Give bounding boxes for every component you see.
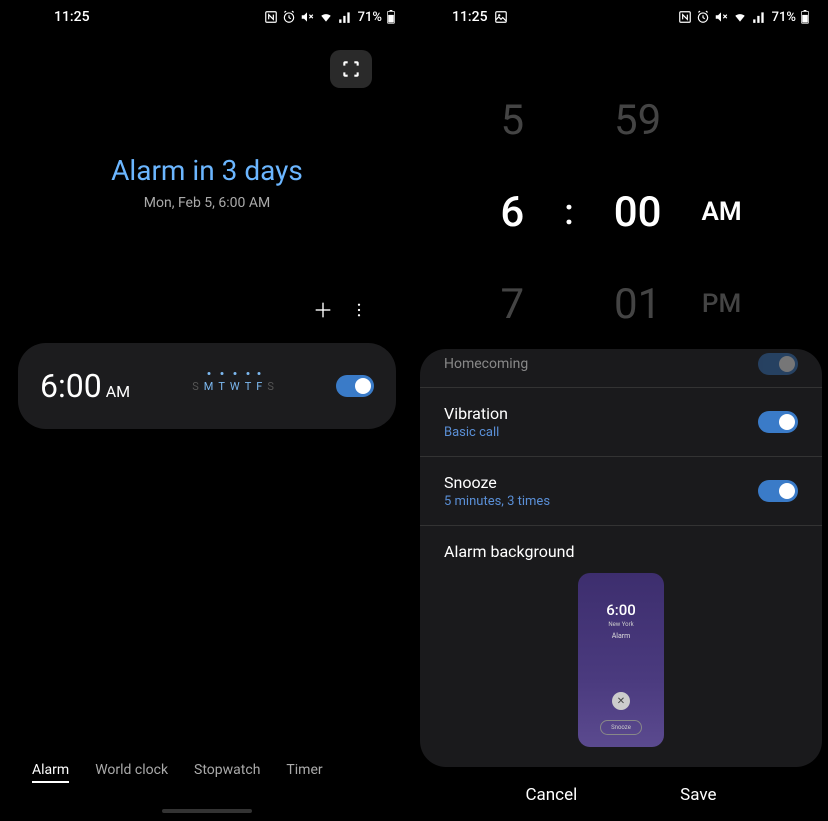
vibration-sub: Basic call	[444, 425, 508, 440]
battery-icon	[800, 10, 810, 24]
time-separator: :	[564, 191, 574, 233]
pm-label: PM	[702, 258, 741, 350]
snooze-title: Snooze	[444, 473, 550, 492]
screenshot-indicator-icon	[494, 10, 508, 24]
alarm-background-row[interactable]: Alarm background 6:00 New York Alarm ✕ S…	[420, 526, 822, 751]
hour-picker[interactable]: 5 6 7	[500, 74, 524, 350]
minute-selected: 00	[614, 166, 662, 258]
status-icons: 71%	[264, 10, 396, 25]
alarm-settings-sheet: Homecoming Vibration Basic call Snooze 5…	[420, 349, 822, 767]
status-icons: 71%	[678, 10, 810, 25]
alarm-ampm-value: AM	[106, 382, 130, 401]
status-bar: 11:25 71%	[414, 0, 828, 34]
more-options-button[interactable]	[350, 299, 368, 325]
wifi-icon	[318, 10, 334, 24]
battery-percent: 71%	[772, 10, 796, 25]
day-sun: S	[192, 380, 199, 393]
nav-gesture-bar	[0, 809, 414, 821]
snooze-toggle[interactable]	[758, 480, 798, 502]
hour-next: 7	[501, 258, 525, 350]
mute-icon	[300, 10, 314, 24]
mute-icon	[714, 10, 728, 24]
status-bar: 11:25 71%	[0, 0, 414, 34]
alarm-days: S M T W T F S	[192, 380, 274, 393]
tab-alarm[interactable]: Alarm	[32, 762, 69, 783]
alarm-time-display: 6:00 AM	[40, 367, 130, 405]
alarm-countdown-title: Alarm in 3 days	[0, 154, 414, 187]
alarm-edit-screen: 11:25 71% 5 6 7 : 59 00 01 AM PM	[414, 0, 828, 821]
alarm-time-value: 6:00	[40, 367, 102, 405]
minute-picker[interactable]: 59 00 01	[614, 74, 662, 350]
preview-dismiss-button: ✕	[612, 692, 630, 710]
battery-percent: 71%	[358, 10, 382, 25]
alarm-countdown-subtitle: Mon, Feb 5, 6:00 AM	[0, 195, 414, 211]
capture-icon	[341, 59, 361, 79]
plus-icon	[312, 299, 334, 321]
preview-time: 6:00	[606, 601, 636, 619]
day-sat: S	[267, 380, 274, 393]
bottom-tab-bar: Alarm World clock Stopwatch Timer	[0, 762, 414, 809]
day-wed: W	[230, 380, 240, 393]
alarm-icon	[282, 10, 296, 24]
ampm-picker[interactable]: AM PM	[702, 74, 742, 350]
alarm-sound-toggle[interactable]	[758, 353, 798, 375]
battery-icon	[386, 10, 396, 24]
tab-stopwatch[interactable]: Stopwatch	[194, 762, 260, 783]
signal-icon	[338, 10, 352, 24]
hour-selected: 6	[500, 166, 524, 258]
day-thu: T	[245, 380, 252, 393]
alarm-background-title: Alarm background	[444, 542, 798, 561]
minute-prev: 59	[614, 74, 661, 166]
alarm-sound-row[interactable]: Homecoming	[420, 349, 822, 388]
screenshot-capture-button[interactable]	[330, 50, 372, 88]
day-mon: M	[204, 380, 214, 393]
tab-world-clock[interactable]: World clock	[95, 762, 168, 783]
add-alarm-button[interactable]	[312, 299, 334, 325]
signal-icon	[752, 10, 766, 24]
alarm-list-screen: 11:25 71% Alarm in 3 days Mon, Feb 5, 6:…	[0, 0, 414, 821]
alarm-toolbar	[0, 299, 414, 325]
am-label: AM	[702, 166, 742, 258]
time-picker[interactable]: 5 6 7 : 59 00 01 AM PM	[414, 74, 828, 350]
vibration-row[interactable]: Vibration Basic call	[420, 388, 822, 457]
status-time: 11:25	[452, 9, 488, 25]
vibration-title: Vibration	[444, 404, 508, 423]
tab-timer[interactable]: Timer	[286, 762, 322, 783]
vibration-toggle[interactable]	[758, 411, 798, 433]
action-bar: Cancel Save	[414, 785, 828, 805]
day-fri: F	[256, 380, 262, 393]
alarm-sound-label: Homecoming	[444, 356, 528, 372]
preview-alarm-label: Alarm	[612, 632, 631, 640]
hour-prev: 5	[501, 74, 525, 166]
preview-snooze-button: Snooze	[600, 720, 642, 735]
alarm-card[interactable]: 6:00 AM S M T W T F S	[18, 343, 396, 429]
alarm-toggle-switch[interactable]	[336, 375, 374, 397]
nfc-icon	[264, 10, 278, 24]
more-vertical-icon	[350, 299, 368, 321]
wifi-icon	[732, 10, 748, 24]
snooze-row[interactable]: Snooze 5 minutes, 3 times	[420, 457, 822, 526]
status-time: 11:25	[54, 9, 90, 25]
snooze-sub: 5 minutes, 3 times	[444, 494, 550, 509]
preview-location: New York	[608, 621, 633, 628]
day-tue: T	[218, 380, 225, 393]
nfc-icon	[678, 10, 692, 24]
alarm-background-preview[interactable]: 6:00 New York Alarm ✕ Snooze	[578, 573, 664, 747]
alarm-icon	[696, 10, 710, 24]
minute-next: 01	[614, 258, 661, 350]
save-button[interactable]: Save	[680, 785, 716, 805]
cancel-button[interactable]: Cancel	[525, 785, 577, 805]
alarm-header: Alarm in 3 days Mon, Feb 5, 6:00 AM	[0, 154, 414, 211]
